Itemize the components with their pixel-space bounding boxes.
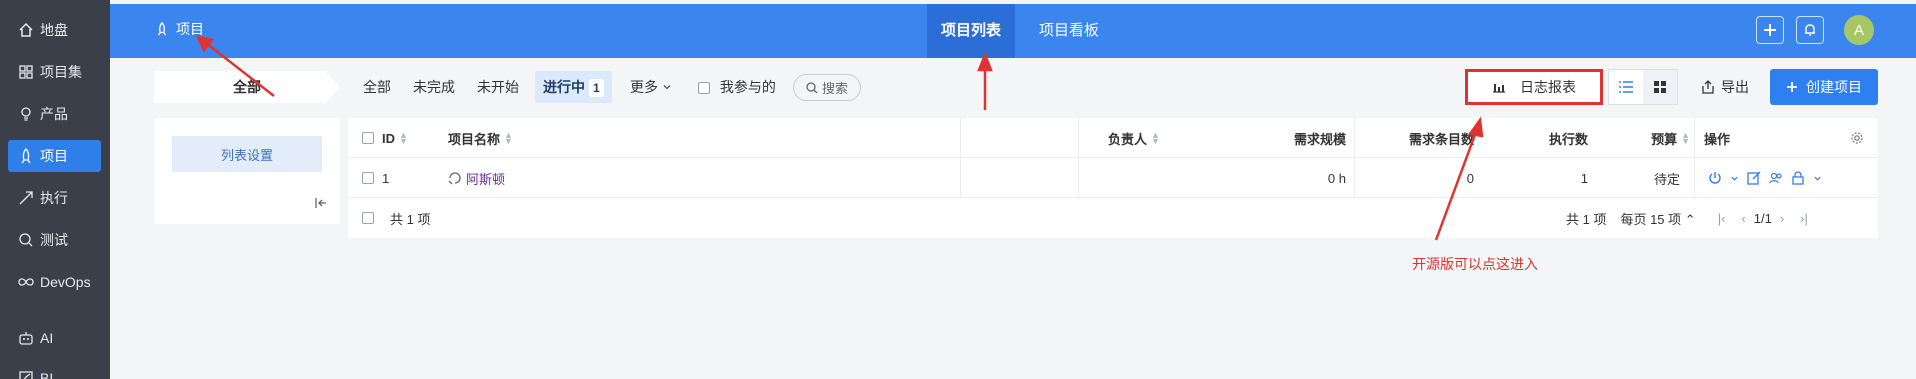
annotation-arrow-report xyxy=(1434,131,1478,241)
annotation-arrow-brand xyxy=(205,42,275,97)
annotation-arrowhead xyxy=(977,51,993,72)
annotation-note: 开源版可以点这进入 xyxy=(1412,256,1538,272)
annotation-arrowhead xyxy=(1467,116,1484,138)
annotation-arrows xyxy=(195,35,1484,241)
annotation-arrowhead xyxy=(195,35,215,53)
